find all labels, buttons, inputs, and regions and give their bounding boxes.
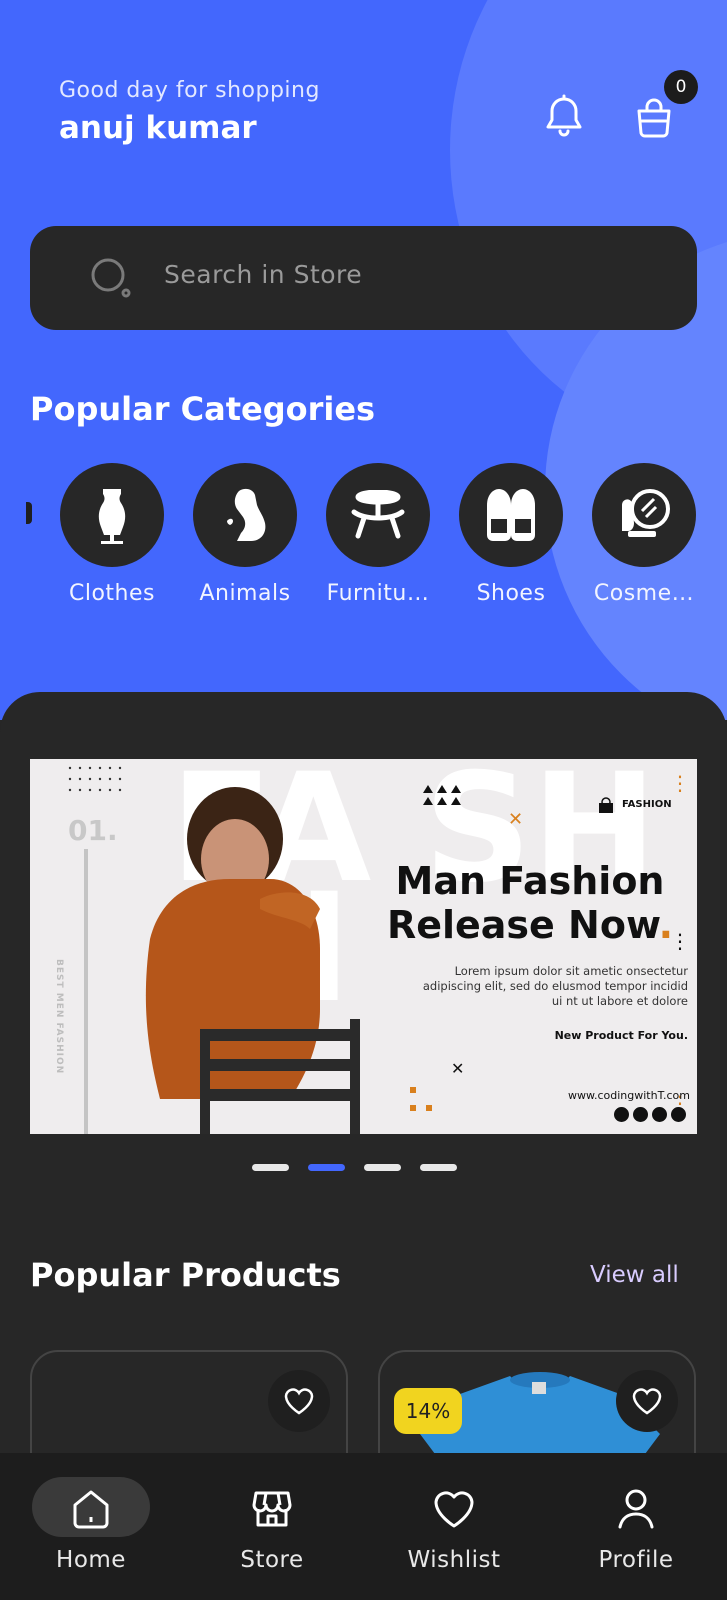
- category-label: Clothes: [69, 581, 155, 606]
- banner-url: www.codingwithT.com: [568, 1089, 690, 1102]
- squares-decoration-icon: [410, 1087, 432, 1111]
- carousel-dot[interactable]: [420, 1164, 457, 1171]
- cross-decoration-icon: ✕: [508, 809, 524, 830]
- nav-label: Home: [56, 1547, 126, 1573]
- store-icon: [252, 1491, 292, 1527]
- carousel-dot-active[interactable]: [308, 1164, 345, 1171]
- banner-heading: Man Fashion Release Now.: [370, 859, 690, 947]
- user-name: anuj kumar: [59, 110, 257, 146]
- heart-icon: [434, 1491, 474, 1528]
- banner-heading-line2: Release Now: [386, 903, 659, 947]
- nav-label: Wishlist: [407, 1547, 501, 1573]
- dot-pattern-icon: [68, 766, 122, 792]
- banner-vertical-line: [84, 849, 88, 1134]
- category-animals[interactable]: Animals: [193, 463, 297, 606]
- bell-icon[interactable]: [540, 93, 588, 141]
- carousel-indicators: [252, 1164, 457, 1171]
- whatsapp-icon: [671, 1107, 686, 1122]
- social-icons: [614, 1107, 686, 1122]
- category-icon-circle: [592, 463, 696, 567]
- categories-title: Popular Categories: [30, 390, 376, 428]
- promo-banner[interactable]: FA SH IN 01. BEST MEN FASHION ✕ ✕ ⋮ ⋮ ⋮ …: [30, 759, 697, 1134]
- search-bar[interactable]: Search in Store: [30, 226, 697, 330]
- hero-section: Good day for shopping anuj kumar 0 Searc…: [0, 0, 727, 720]
- carousel-dot[interactable]: [364, 1164, 401, 1171]
- category-label: Shoes: [476, 581, 546, 606]
- category-label: Cosme…: [593, 581, 695, 606]
- banner-number: 01.: [68, 814, 118, 847]
- home-icon: [73, 1490, 109, 1529]
- search-input[interactable]: Search in Store: [164, 260, 362, 289]
- banner-description: Lorem ipsum dolor sit ametic onsectetur …: [422, 964, 688, 1008]
- brand-logo-icon: [599, 797, 613, 813]
- banner-heading-line1: Man Fashion: [395, 859, 665, 903]
- nav-item-store[interactable]: Store: [197, 1473, 347, 1573]
- wishlist-button[interactable]: [268, 1370, 330, 1432]
- slippers-icon: [487, 489, 535, 541]
- user-icon: [618, 1489, 654, 1529]
- nav-label: Store: [240, 1547, 304, 1573]
- category-icon-circle: [459, 463, 563, 567]
- view-all-button[interactable]: View all: [590, 1262, 679, 1288]
- category-furniture[interactable]: Furnitu…: [326, 463, 430, 606]
- instagram-icon: [614, 1107, 629, 1122]
- category-scroll-edge: [26, 502, 32, 524]
- products-title: Popular Products: [30, 1256, 341, 1294]
- cross-decoration-icon: ✕: [451, 1059, 465, 1078]
- category-label: Animals: [199, 581, 291, 606]
- category-clothes[interactable]: Clothes: [60, 463, 164, 606]
- mannequin-icon: [98, 489, 126, 544]
- heart-icon: [284, 1388, 314, 1415]
- banner-heading-line2-wrap: Release Now.: [370, 903, 690, 947]
- triangles-icon: [423, 785, 461, 805]
- facebook-icon: [633, 1107, 648, 1122]
- category-shoes[interactable]: Shoes: [459, 463, 563, 606]
- nav-item-home[interactable]: Home: [16, 1473, 166, 1573]
- wishlist-button[interactable]: [616, 1370, 678, 1432]
- model-photo: [145, 787, 360, 1134]
- nav-label: Profile: [598, 1547, 674, 1573]
- category-cosmetics[interactable]: Cosme…: [592, 463, 696, 606]
- category-icon-circle: [193, 463, 297, 567]
- banner-heading-dot: .: [658, 903, 674, 947]
- heart-icon: [632, 1388, 662, 1415]
- category-icon-circle: [60, 463, 164, 567]
- nav-item-profile[interactable]: Profile: [561, 1473, 711, 1573]
- search-icon: [91, 258, 131, 298]
- cart-count-badge: 0: [664, 70, 698, 104]
- carousel-dot[interactable]: [252, 1164, 289, 1171]
- banner-new-product: New Product For You.: [554, 1029, 688, 1042]
- mirror-icon: [622, 489, 670, 537]
- table-icon: [351, 490, 405, 539]
- banner-vertical-text: BEST MEN FASHION: [54, 959, 64, 1075]
- greeting-text: Good day for shopping: [59, 78, 320, 103]
- twitter-icon: [652, 1107, 667, 1122]
- bottom-navigation: Home Store Wishlist Profile: [0, 1453, 727, 1600]
- category-label: Furnitu…: [326, 581, 430, 606]
- dots-decoration-icon: ⋮: [670, 771, 690, 795]
- banner-brand: FASHION: [622, 799, 672, 810]
- discount-badge: 14%: [394, 1388, 462, 1434]
- nav-item-wishlist[interactable]: Wishlist: [379, 1473, 529, 1573]
- dog-icon: [227, 488, 266, 541]
- category-icon-circle: [326, 463, 430, 567]
